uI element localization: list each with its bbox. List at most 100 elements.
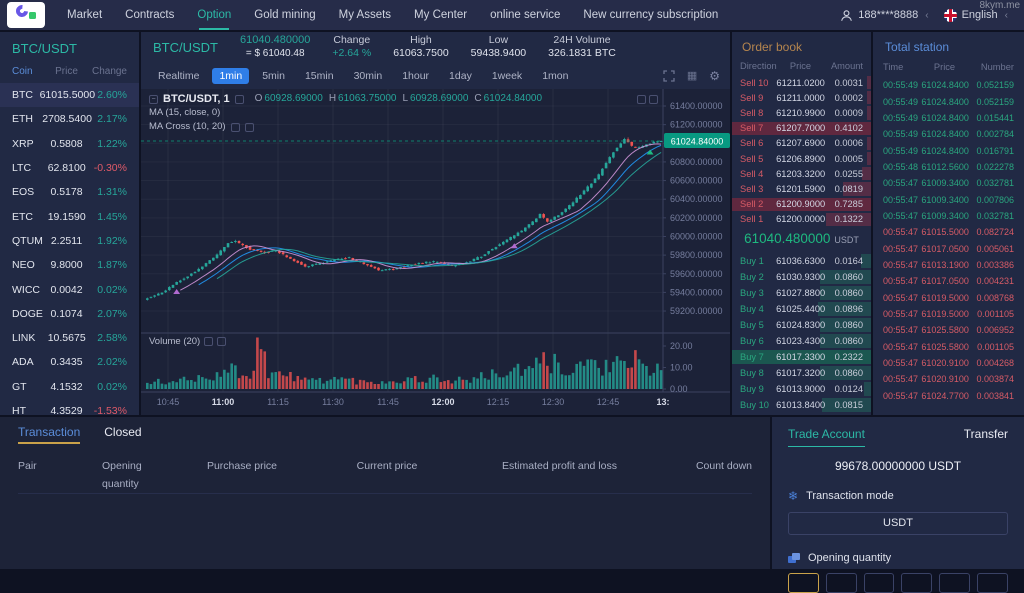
user-chevron-icon[interactable]: ‹: [925, 10, 928, 21]
quantity-option[interactable]: [977, 573, 1008, 593]
sell-order-row[interactable]: Sell 661207.69000.0006: [732, 136, 871, 151]
trade-row: 00:55:4761015.50000.082724: [873, 224, 1024, 240]
quantity-option[interactable]: [826, 573, 857, 593]
buy-order-row[interactable]: Buy 661023.43000.0860: [732, 333, 871, 349]
trade-price: 61012.5600: [921, 162, 969, 172]
sell-order-row[interactable]: Sell 861210.99000.0009: [732, 105, 871, 120]
market-row[interactable]: BTC61015.50002.60%: [0, 83, 139, 107]
market-row[interactable]: WICC0.00420.02%: [0, 277, 139, 301]
trade-account-tab[interactable]: Trade Account: [788, 427, 865, 447]
tab-transaction[interactable]: Transaction: [18, 425, 80, 444]
trade-row: 00:55:4761019.50000.008768: [873, 289, 1024, 305]
buy-order-row[interactable]: Buy 761017.33000.2322: [732, 349, 871, 365]
market-row[interactable]: GT4.15320.02%: [0, 375, 139, 399]
chart-area[interactable]: − BTC/USDT, 1 O60928.69000H61063.75000L6…: [141, 89, 730, 415]
candlestick-chart[interactable]: 61400.0000061200.0000061000.0000060800.0…: [141, 89, 730, 414]
timeframe-1mon[interactable]: 1mon: [535, 68, 575, 84]
indicator-icon[interactable]: ▦: [687, 69, 697, 82]
col-coin[interactable]: Coin: [12, 66, 50, 77]
market-row[interactable]: XRP0.58081.22%: [0, 132, 139, 156]
timeframe-1min[interactable]: 1min: [212, 68, 249, 84]
volume-settings-icon[interactable]: [204, 337, 213, 346]
timeframe-5min[interactable]: 5min: [255, 68, 292, 84]
trade-time: 00:55:47: [883, 358, 921, 368]
quantity-option[interactable]: [788, 573, 819, 593]
volume-close-icon[interactable]: [217, 337, 226, 346]
quantity-option[interactable]: [901, 573, 932, 593]
ma-settings-icon[interactable]: [231, 123, 240, 132]
coin-price: 10.5675: [48, 332, 86, 344]
buy-order-row[interactable]: Buy 161036.63000.0164: [732, 253, 871, 269]
col-change[interactable]: Change: [83, 66, 127, 77]
buy-order-row[interactable]: Buy 961013.90000.0124: [732, 381, 871, 397]
timeframe-30min[interactable]: 30min: [347, 68, 390, 84]
sell-order-row[interactable]: Sell 361201.59000.0819: [732, 181, 871, 196]
nav-item-option[interactable]: Option: [197, 0, 231, 30]
tab-closed[interactable]: Closed: [104, 425, 141, 444]
buy-order-row[interactable]: Buy 261030.93000.0860: [732, 269, 871, 285]
buy-order-row[interactable]: Buy 1061013.84000.0815: [732, 397, 871, 413]
pane-tool-icon[interactable]: [637, 95, 646, 104]
sell-order-row[interactable]: Sell 161200.00000.1322: [732, 212, 871, 227]
order-price: 61206.8900: [776, 154, 825, 164]
nav-item-my-assets[interactable]: My Assets: [339, 0, 391, 30]
timeframe-1day[interactable]: 1day: [442, 68, 479, 84]
market-row[interactable]: EOS0.51781.31%: [0, 180, 139, 204]
buy-order-row[interactable]: Buy 861017.32000.0860: [732, 365, 871, 381]
sell-order-row[interactable]: Sell 461203.32000.0255: [732, 166, 871, 181]
pane-tool-icon[interactable]: [649, 95, 658, 104]
legend-tool-icon[interactable]: [235, 95, 244, 104]
market-row[interactable]: QTUM2.25111.92%: [0, 229, 139, 253]
nav-item-market[interactable]: Market: [67, 0, 102, 30]
market-row[interactable]: NEO9.80001.87%: [0, 253, 139, 277]
sell-order-row[interactable]: Sell 1061211.02000.0031: [732, 75, 871, 90]
market-row[interactable]: HT4.3529-1.53%: [0, 399, 139, 415]
nav-item-contracts[interactable]: Contracts: [125, 0, 174, 30]
market-row[interactable]: ETH2708.54002.17%: [0, 107, 139, 131]
order-book-price-unit: USDT: [834, 235, 859, 245]
sell-order-row[interactable]: Sell 961211.00000.0002: [732, 90, 871, 105]
quantity-option[interactable]: [939, 573, 970, 593]
sell-order-row[interactable]: Sell 261200.90000.7285: [732, 197, 871, 212]
ma-close-icon[interactable]: [245, 123, 254, 132]
nav-item-my-center[interactable]: My Center: [414, 0, 467, 30]
buy-order-row[interactable]: Buy 361027.88000.0860: [732, 285, 871, 301]
trade-price: 61020.9100: [921, 358, 969, 368]
transfer-button[interactable]: Transfer: [964, 427, 1008, 441]
order-amount: 0.0860: [825, 288, 863, 298]
market-row[interactable]: LINK10.56752.58%: [0, 326, 139, 350]
quantity-option[interactable]: [864, 573, 895, 593]
buy-orders: Buy 161036.63000.0164Buy 261030.93000.08…: [732, 253, 871, 413]
fullscreen-icon[interactable]: [663, 70, 675, 82]
nav-item-new-currency-subscription[interactable]: New currency subscription: [583, 0, 718, 30]
timeframe-Realtime[interactable]: Realtime: [151, 68, 206, 84]
market-row[interactable]: ADA0.34352.02%: [0, 350, 139, 374]
app-logo-icon[interactable]: [7, 2, 45, 28]
low-block: Low 59438.9400: [471, 34, 526, 60]
timeframe-15min[interactable]: 15min: [298, 68, 341, 84]
buy-order-row[interactable]: Buy 561024.83000.0860: [732, 317, 871, 333]
total-station-title: Total station: [873, 32, 1024, 60]
market-row[interactable]: DOGE0.10742.07%: [0, 302, 139, 326]
col-price[interactable]: Price: [50, 66, 83, 77]
sell-order-row[interactable]: Sell 561206.89000.0005: [732, 151, 871, 166]
timeframe-1week[interactable]: 1week: [485, 68, 529, 84]
nav-item-online-service[interactable]: online service: [490, 0, 560, 30]
settings-gear-icon[interactable]: ⚙: [709, 69, 720, 83]
coin-price: 4.3529: [50, 405, 83, 415]
trade-row: 00:55:4761017.05000.005061: [873, 240, 1024, 256]
market-row[interactable]: LTC62.8100-0.30%: [0, 156, 139, 180]
mode-select-button[interactable]: USDT: [788, 512, 1008, 535]
timeframe-1hour[interactable]: 1hour: [395, 68, 436, 84]
nav-item-gold-mining[interactable]: Gold mining: [254, 0, 315, 30]
watermark: 8kym.me: [979, 0, 1020, 11]
buy-order-row[interactable]: Buy 461025.44000.0896: [732, 301, 871, 317]
trade-row: 00:55:4961024.84000.052159: [873, 93, 1024, 109]
language-chevron-icon[interactable]: ‹: [1005, 10, 1008, 21]
user-account[interactable]: 188****8888: [858, 9, 918, 21]
sell-order-row[interactable]: Sell 761207.70000.4102: [732, 121, 871, 136]
trade-time: 00:55:49: [883, 113, 921, 123]
chart-legend: − BTC/USDT, 1 O60928.69000H61063.75000L6…: [149, 92, 542, 134]
market-row[interactable]: ETC19.15901.45%: [0, 204, 139, 228]
collapse-icon[interactable]: −: [149, 95, 158, 104]
